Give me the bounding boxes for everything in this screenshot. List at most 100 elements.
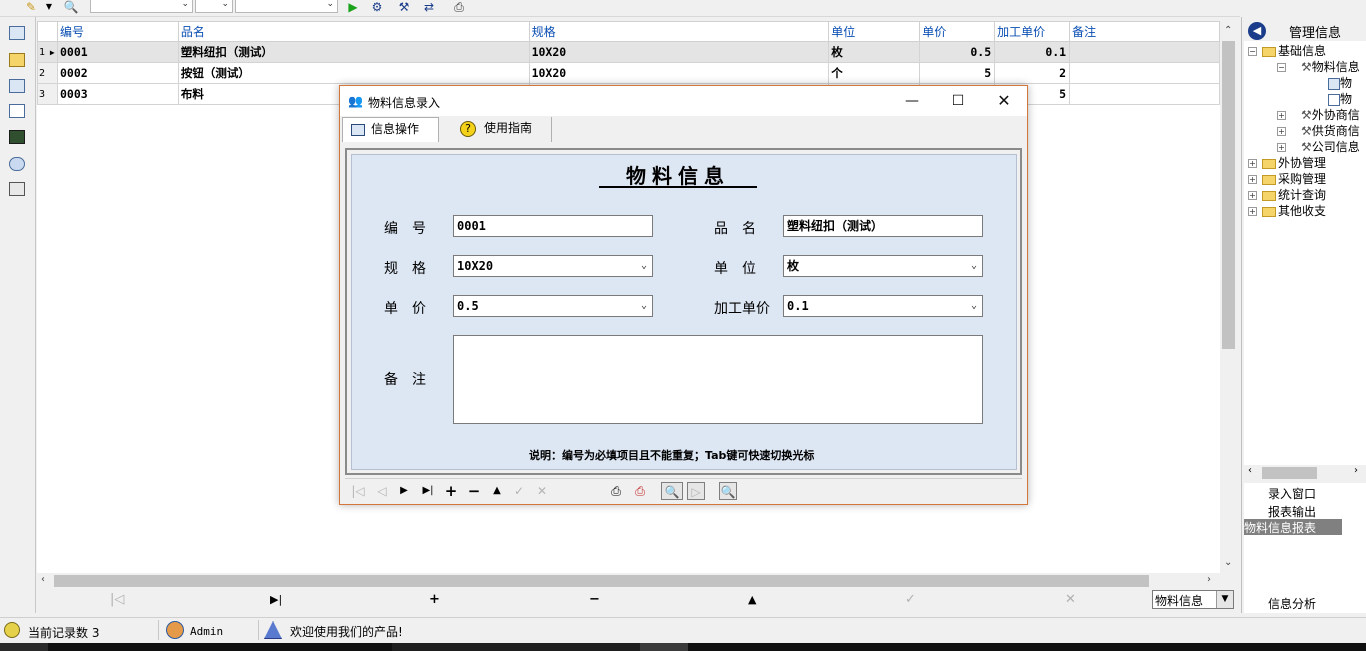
hscroll-thumb[interactable] bbox=[54, 575, 1149, 587]
cell-proc-price[interactable]: 2 bbox=[994, 62, 1071, 84]
tree-hscrollbar[interactable]: ‹ › bbox=[1244, 465, 1366, 481]
item-report-output[interactable]: 报表输出 bbox=[1268, 503, 1316, 520]
play-icon[interactable]: ▷ bbox=[687, 482, 705, 500]
dropdown-arrow-icon[interactable]: ▼ bbox=[40, 0, 58, 15]
row-number[interactable]: 3 bbox=[37, 83, 58, 105]
tree-node-leaf2[interactable]: 物 bbox=[1328, 92, 1352, 107]
code-field[interactable]: 0001 bbox=[453, 215, 653, 237]
unit-select[interactable]: 枚 ⌄ bbox=[783, 255, 983, 277]
cell-code[interactable]: 0003 bbox=[56, 83, 179, 105]
toolbar-combo-2[interactable]: ⌄ bbox=[195, 0, 233, 13]
prior-record-icon[interactable]: ◁ bbox=[373, 482, 391, 500]
collapse-icon[interactable]: − bbox=[1248, 47, 1257, 56]
row-number[interactable]: 2 bbox=[37, 62, 58, 84]
table-row[interactable]: 2 0002 按钮（测试） 10X20 个 5 2 bbox=[37, 62, 1220, 84]
col-header-spec[interactable]: 规格 bbox=[528, 21, 830, 42]
cell-spec[interactable]: 10X20 bbox=[528, 41, 830, 63]
tree-node-company[interactable]: ⚒公司信息 bbox=[1301, 140, 1360, 155]
cell-note[interactable] bbox=[1069, 62, 1220, 84]
cell-note[interactable] bbox=[1069, 83, 1220, 105]
maximize-icon[interactable]: ☐ bbox=[935, 86, 981, 116]
name-field[interactable]: 塑料纽扣（测试） bbox=[783, 215, 983, 237]
tree-node-outsource[interactable]: ⚒外协商信 bbox=[1301, 108, 1360, 123]
item-material-report[interactable]: 物料信息报表 bbox=[1244, 519, 1342, 535]
table-row[interactable]: 1 ▶ 0001 塑料纽扣（测试） 10X20 枚 0.5 0.1 bbox=[37, 41, 1220, 63]
expand-icon[interactable]: + bbox=[1248, 175, 1257, 184]
cancel-record-icon[interactable]: ✕ bbox=[533, 482, 551, 500]
search-icon[interactable]: 🔍 bbox=[719, 482, 737, 500]
minimize-icon[interactable]: — bbox=[889, 86, 935, 116]
expand-icon[interactable]: + bbox=[1248, 159, 1257, 168]
expand-icon[interactable]: + bbox=[1248, 207, 1257, 216]
note-textarea[interactable] bbox=[453, 335, 983, 424]
edit-pencil-icon[interactable]: ✎ bbox=[22, 0, 40, 15]
col-header-price[interactable]: 单价 bbox=[919, 21, 996, 42]
list-icon[interactable] bbox=[9, 79, 25, 93]
next-record-icon[interactable]: ▶ bbox=[395, 482, 413, 500]
document-icon[interactable] bbox=[9, 104, 25, 118]
scroll-right-icon[interactable]: › bbox=[1354, 465, 1358, 476]
cell-name[interactable]: 塑料纽扣（测试） bbox=[177, 41, 530, 63]
tree-icon[interactable] bbox=[9, 53, 25, 67]
col-header-name[interactable]: 品名 bbox=[177, 21, 530, 42]
col-header-note[interactable]: 备注 bbox=[1069, 21, 1220, 42]
first-record-icon[interactable]: |◁ bbox=[110, 592, 124, 608]
tree-node-supplier[interactable]: ⚒供货商信 bbox=[1301, 124, 1360, 139]
last-record-icon[interactable]: ▶| bbox=[419, 482, 437, 500]
col-header-proc-price[interactable]: 加工单价 bbox=[994, 21, 1071, 42]
close-icon[interactable]: ✕ bbox=[981, 86, 1027, 116]
chevron-down-icon[interactable]: ▼ bbox=[1216, 591, 1233, 608]
cell-price[interactable]: 0.5 bbox=[919, 41, 996, 63]
tree-node-basic[interactable]: 基础信息 bbox=[1262, 44, 1326, 59]
cell-unit[interactable]: 个 bbox=[828, 62, 921, 84]
cell-name[interactable]: 按钮（测试） bbox=[177, 62, 530, 84]
cell-unit[interactable]: 枚 bbox=[828, 41, 921, 63]
window-icon[interactable] bbox=[9, 26, 25, 40]
toolbar-combo-3[interactable]: ⌄ bbox=[235, 0, 338, 13]
table-icon[interactable] bbox=[9, 182, 25, 196]
scroll-down-icon[interactable]: ⌄ bbox=[1224, 557, 1232, 568]
tree-node-stats[interactable]: 统计查询 bbox=[1262, 188, 1326, 203]
edit-record-icon[interactable]: ▲ bbox=[748, 592, 756, 608]
cell-spec[interactable]: 10X20 bbox=[528, 62, 830, 84]
zoom-icon[interactable]: 🔍 bbox=[661, 482, 683, 500]
item-entry-window[interactable]: 录入窗口 bbox=[1268, 485, 1316, 502]
scroll-up-icon[interactable]: ⌃ bbox=[1224, 25, 1232, 36]
scroll-left-icon[interactable]: ‹ bbox=[41, 574, 45, 585]
toolbar-combo-1[interactable]: ⌄ bbox=[90, 0, 193, 13]
table-select[interactable]: 物料信息 ▼ bbox=[1152, 590, 1234, 609]
cell-price[interactable]: 5 bbox=[919, 62, 996, 84]
chart-icon[interactable] bbox=[9, 130, 25, 144]
tab-guide[interactable]: ? 使用指南 bbox=[452, 117, 552, 142]
expand-icon[interactable]: + bbox=[1277, 143, 1286, 152]
add-record-icon[interactable]: + bbox=[429, 592, 440, 608]
tree-node-outsource-mgmt[interactable]: 外协管理 bbox=[1262, 156, 1326, 171]
cell-proc-price[interactable]: 0.1 bbox=[994, 41, 1071, 63]
expand-icon[interactable]: + bbox=[1248, 191, 1257, 200]
print-preview-icon[interactable]: ⎙ bbox=[631, 482, 649, 500]
tree-node-leaf1[interactable]: 物 bbox=[1328, 76, 1352, 91]
price-select[interactable]: 0.5 ⌄ bbox=[453, 295, 653, 317]
proc-price-select[interactable]: 0.1 ⌄ bbox=[783, 295, 983, 317]
cell-note[interactable] bbox=[1069, 41, 1220, 63]
cancel-record-icon[interactable]: ✕ bbox=[1065, 592, 1076, 608]
collapse-icon[interactable]: − bbox=[1277, 63, 1286, 72]
users-icon[interactable] bbox=[9, 157, 25, 171]
tree-scroll-thumb[interactable] bbox=[1262, 467, 1317, 479]
post-record-icon[interactable]: ✓ bbox=[905, 592, 916, 608]
cell-code[interactable]: 0002 bbox=[56, 62, 179, 84]
last-record-icon[interactable]: ▶| bbox=[270, 592, 282, 608]
scroll-thumb[interactable] bbox=[1222, 41, 1235, 349]
tree-node-other[interactable]: 其他收支 bbox=[1262, 204, 1326, 219]
post-record-icon[interactable]: ✓ bbox=[510, 482, 528, 500]
search-doc-icon[interactable]: 🔍 bbox=[62, 0, 80, 15]
expand-icon[interactable]: + bbox=[1277, 111, 1286, 120]
delete-record-icon[interactable]: − bbox=[589, 592, 600, 608]
first-record-icon[interactable]: |◁ bbox=[349, 482, 367, 500]
tree-node-purchase[interactable]: 采购管理 bbox=[1262, 172, 1326, 187]
tool-icon-1[interactable]: ⚙ bbox=[368, 0, 386, 15]
vertical-scrollbar[interactable]: ⌃ ⌄ bbox=[1220, 21, 1237, 573]
tree-node-material[interactable]: ⚒物料信息 bbox=[1301, 60, 1360, 75]
item-info-analysis[interactable]: 信息分析 bbox=[1268, 595, 1316, 612]
spec-select[interactable]: 10X20 ⌄ bbox=[453, 255, 653, 277]
